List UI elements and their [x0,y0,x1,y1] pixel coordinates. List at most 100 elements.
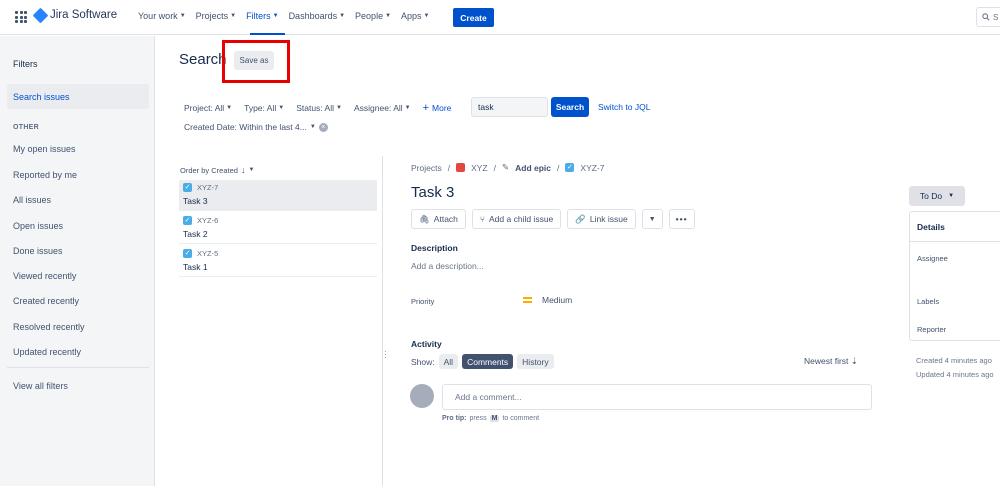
clear-filter-icon[interactable]: × [318,122,328,132]
global-search-input[interactable]: S [976,7,1000,27]
sidebar-item-updated-recently[interactable]: Updated recently [13,347,81,357]
description-field[interactable]: Add a description... [411,261,484,271]
search-icon [982,13,990,21]
pro-tip: Pro tip: press M to comment [442,415,540,422]
switch-to-jql-link[interactable]: Switch to JQL [598,102,650,112]
breadcrumb: Projects / XYZ / ✎ Add epic / ✓ XYZ-7 [411,162,605,173]
sidebar-item-open-issues[interactable]: Open issues [13,221,63,231]
issue-list-item[interactable]: ✓ XYZ-7 Task 3 [179,180,377,211]
order-by-dropdown[interactable]: Order by Created ↓ ▼ [180,165,254,175]
add-epic-link[interactable]: Add epic [515,163,551,173]
filter-status[interactable]: Status: All ▼ [296,103,342,113]
nav-projects[interactable]: Projects ▼ [196,11,236,21]
issue-summary: Task 1 [183,262,208,272]
filter-type[interactable]: Type: All ▼ [244,103,284,113]
resize-handle-icon[interactable]: · · · [384,348,387,362]
issue-list-item[interactable]: ✓ XYZ-5 Task 1 [179,246,377,277]
filter-project[interactable]: Project: All ▼ [184,103,232,113]
tab-comments[interactable]: Comments [462,354,514,369]
sidebar-item-viewed-recently[interactable]: Viewed recently [13,271,76,281]
add-child-issue-button[interactable]: ⑂ Add a child issue [471,209,562,229]
created-timestamp: Created 4 minutes ago [916,356,992,365]
sidebar-item-resolved-recently[interactable]: Resolved recently [13,322,85,332]
sidebar-item-all-issues[interactable]: All issues [13,195,51,205]
sidebar-item-reported-by-me[interactable]: Reported by me [13,170,77,180]
sort-newest-first-button[interactable]: Newest first ⇣ [804,356,858,367]
nav-dashboards[interactable]: Dashboards ▼ [289,11,345,21]
paperclip-icon: 🖇 [419,213,430,224]
more-icon: ••• [675,214,688,224]
plus-icon: + [422,102,430,114]
updated-timestamp: Updated 4 minutes ago [916,370,994,379]
chevron-down-icon: ▼ [385,13,392,19]
chevron-down-icon: ▼ [648,215,656,223]
app-switcher-icon[interactable] [15,11,27,23]
filter-created-date[interactable]: Created Date: Within the last 4... ▼ × [184,122,328,132]
nav-your-work[interactable]: Your work ▼ [138,11,186,21]
more-actions-button[interactable]: ••• [668,209,695,229]
nav-people[interactable]: People ▼ [355,11,391,21]
task-type-icon: ✓ [183,183,192,192]
sidebar-item-done-issues[interactable]: Done issues [13,246,63,256]
issue-key: XYZ-7 [197,183,219,192]
assignee-label: Assignee [917,254,948,263]
breadcrumb-issue-key[interactable]: XYZ-7 [580,163,604,173]
search-button[interactable]: Search [551,97,589,117]
more-filters-button[interactable]: + More [423,102,452,114]
issue-summary: Task 2 [183,229,208,239]
filter-assignee[interactable]: Assignee: All ▼ [354,103,411,113]
activity-filter: Show: All Comments History [411,354,554,369]
tab-history[interactable]: History [517,354,554,369]
filters-sidebar: Filters Search issues OTHER My open issu… [0,36,155,486]
chevron-down-icon: ▼ [423,13,430,19]
nav-apps[interactable]: Apps ▼ [401,11,429,21]
app-name: Jira Software [50,9,118,21]
chevron-down-icon: ▼ [278,105,285,111]
issue-list-item[interactable]: ✓ XYZ-6 Task 2 [179,213,377,244]
active-nav-indicator [250,33,285,35]
breadcrumb-projects[interactable]: Projects [411,163,442,173]
chevron-down-icon: ▼ [404,105,411,111]
priority-field[interactable]: Medium [523,295,572,305]
comment-input[interactable]: Add a comment... [442,384,872,410]
sidebar-item-my-open-issues[interactable]: My open issues [13,144,76,154]
nav-filters[interactable]: Filters ▼ [246,11,278,21]
sort-icon: ⇣ [850,356,858,366]
sidebar-item-created-recently[interactable]: Created recently [13,296,79,306]
issue-actions: 🖇 Attach ⑂ Add a child issue 🔗 Link issue ▼… [411,209,695,229]
text-search-input[interactable]: task [471,97,548,117]
description-label: Description [411,243,458,253]
issue-title[interactable]: Task 3 [411,184,454,201]
labels-label: Labels [917,297,940,306]
priority-label: Priority [411,297,435,306]
tab-all[interactable]: All [438,354,459,369]
jira-logo[interactable]: Jira Software [32,7,118,23]
sidebar-section-other: OTHER [13,124,39,131]
chevron-down-icon: ▼ [248,167,255,173]
chevron-down-icon: ▼ [272,13,279,19]
avatar [410,384,434,408]
details-header[interactable]: Details [910,212,1000,242]
activity-label: Activity [411,339,442,349]
filter-bar: Project: All ▼ Type: All ▼ Status: All ▼ As… [184,102,451,114]
sidebar-item-view-all-filters[interactable]: View all filters [13,381,68,391]
task-type-icon: ✓ [183,216,192,225]
chevron-down-icon: ▼ [948,193,955,199]
chevron-down-icon: ▼ [179,13,186,19]
chevron-down-icon: ▼ [309,124,316,130]
reporter-label: Reporter [917,325,947,334]
hierarchy-icon: ⑂ [479,214,486,224]
chevron-down-icon: ▼ [336,105,342,111]
panel-divider [382,156,383,486]
jira-logo-icon [32,7,49,23]
top-nav: Jira Software Your work ▼ Projects ▼ Filte… [0,0,1000,35]
status-dropdown[interactable]: To Do ▼ [909,186,965,206]
sidebar-item-search-issues[interactable]: Search issues [7,84,149,109]
link-issue-button[interactable]: 🔗 Link issue [567,209,636,229]
create-button[interactable]: Create [453,8,494,27]
attach-button[interactable]: 🖇 Attach [411,209,466,229]
sidebar-title: Filters [13,59,38,69]
link-issue-dropdown[interactable]: ▼ [641,209,663,229]
breadcrumb-project[interactable]: XYZ [471,163,488,173]
arrow-down-icon: ↓ [240,165,246,175]
